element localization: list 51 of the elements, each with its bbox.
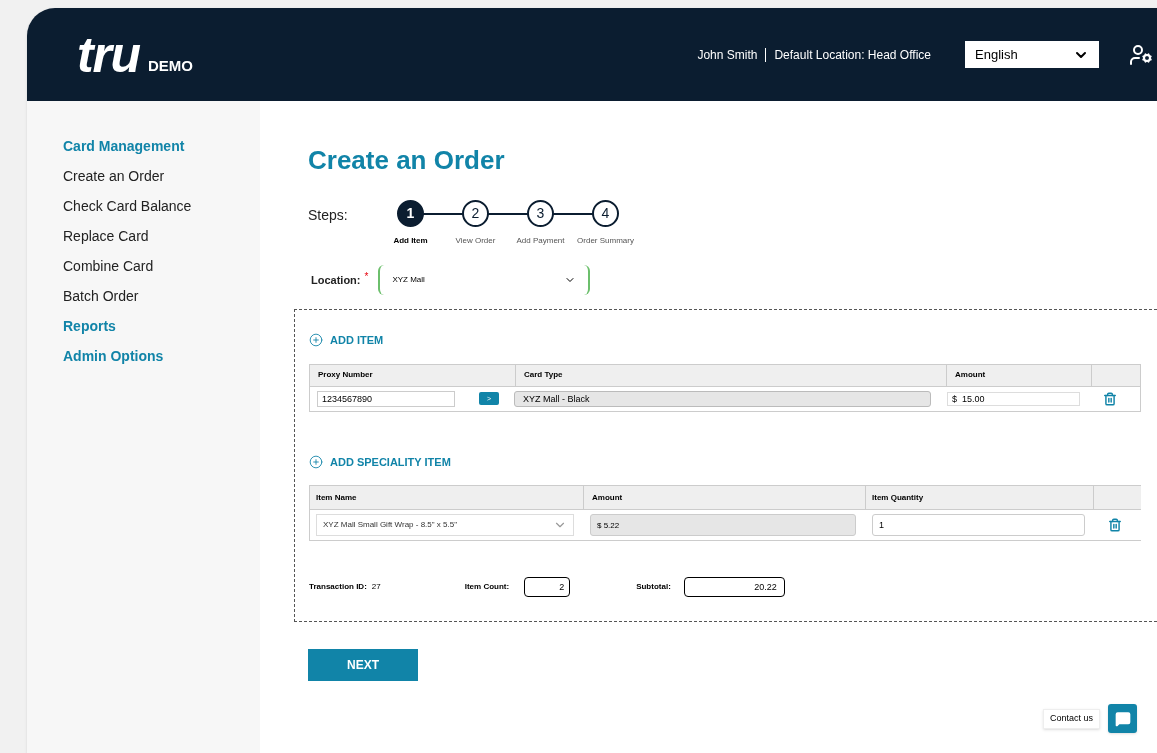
item-amount-field[interactable]: $ 5.22	[590, 514, 856, 536]
item-name-select[interactable]: XYZ Mall Small Gift Wrap - 8.5" x 5.5"	[316, 514, 574, 536]
chat-button[interactable]	[1108, 704, 1137, 733]
proxy-number-field[interactable]: 1234567890	[317, 390, 455, 407]
user-name: John Smith	[697, 46, 758, 64]
sidebar-item[interactable]: Batch Order	[63, 287, 260, 306]
step-label: Add Item	[393, 235, 428, 247]
delete-icon[interactable]	[1103, 391, 1117, 406]
steps-label: Steps:	[308, 206, 349, 225]
language-select[interactable]: English	[965, 41, 1099, 68]
step-label: View Order	[455, 235, 496, 247]
subtotal-label: Subtotal:	[636, 581, 671, 593]
sidebar-item[interactable]: Check Card Balance	[63, 197, 260, 216]
card-type-field[interactable]: XYZ Mall - Black	[514, 390, 931, 407]
transaction-id-label: Transaction ID:	[309, 581, 367, 593]
location-label: Location:	[311, 272, 361, 288]
column-header: Item Name	[310, 486, 584, 509]
column-header: Amount	[947, 364, 1092, 386]
add-speciality-item-button[interactable]: ADD SPECIALITY ITEM	[309, 453, 451, 470]
page-title: Create an Order	[308, 144, 506, 177]
sidebar-item[interactable]: Create an Order	[63, 167, 260, 186]
delete-icon[interactable]	[1108, 518, 1122, 532]
sidebar-item[interactable]: Combine Card	[63, 257, 260, 276]
next-button[interactable]: NEXT	[308, 649, 418, 681]
column-header: Proxy Number	[317, 369, 374, 381]
item-count-field[interactable]: 2	[524, 577, 571, 597]
logo: tru	[77, 29, 140, 80]
subtotal-field[interactable]: 20.22	[683, 577, 785, 597]
required-mark: *	[364, 269, 369, 284]
amount-field[interactable]: $ 15.00	[947, 391, 1080, 406]
column-header: Item Quantity	[866, 486, 1094, 509]
sidebar-item[interactable]: Replace Card	[63, 227, 260, 246]
item-count-label: Item Count:	[464, 581, 510, 593]
location-select[interactable]: XYZ Mall	[378, 265, 591, 295]
sidebar-heading[interactable]: Admin Options	[63, 347, 260, 366]
plus-circle-icon	[309, 454, 323, 469]
user-settings-icon[interactable]	[1129, 42, 1153, 67]
plus-circle-icon	[309, 333, 323, 348]
column-header: Amount	[584, 486, 866, 509]
default-location: Default Location: Head Office	[774, 46, 931, 64]
sidebar-heading[interactable]: Reports	[63, 317, 260, 336]
transaction-id: 27	[371, 581, 381, 593]
add-item-button[interactable]: ADD ITEM	[309, 332, 384, 349]
chat-icon	[1114, 710, 1131, 727]
sidebar-heading[interactable]: Card Management	[63, 137, 260, 156]
quantity-field[interactable]: 1	[872, 514, 1085, 536]
column-header: Card Type	[516, 364, 947, 386]
step-label: Add Payment	[516, 235, 565, 247]
logo-subtitle: DEMO	[147, 56, 193, 76]
contact-us-button[interactable]: Contact us	[1042, 708, 1100, 729]
step-label: Order Summary	[577, 235, 634, 247]
